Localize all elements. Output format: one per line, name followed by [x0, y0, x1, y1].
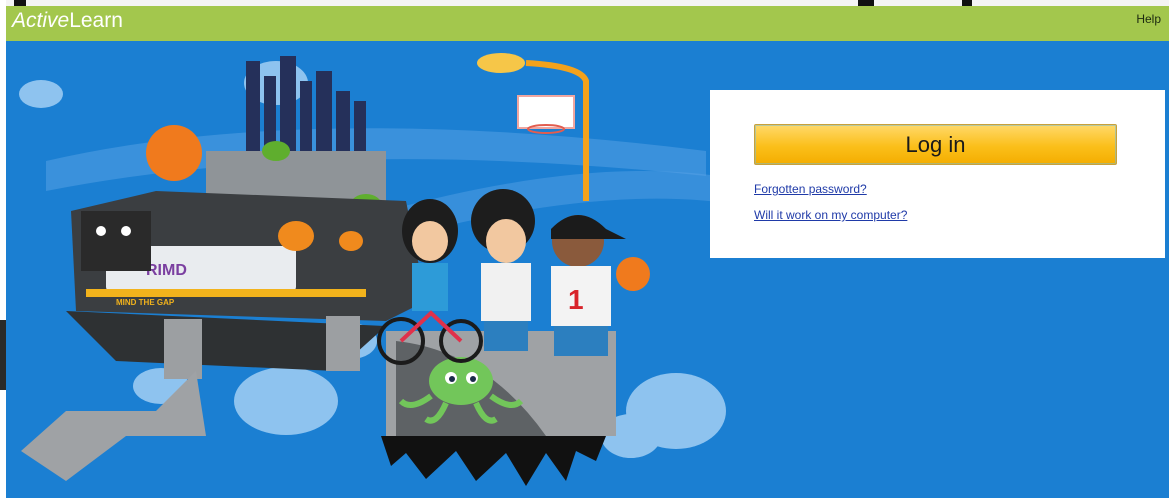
forgotten-password-link[interactable]: Forgotten password?: [754, 182, 867, 196]
app-header: ActiveLearn Help: [6, 6, 1169, 41]
compatibility-link[interactable]: Will it work on my computer?: [754, 208, 907, 222]
train-graffiti: RIMD: [146, 262, 187, 279]
jersey-number: 1: [568, 284, 584, 315]
sun-icon: [146, 125, 202, 181]
lamp-icon: [477, 53, 525, 73]
activelearn-logo[interactable]: ActiveLearn: [12, 8, 123, 34]
monster-icon: [81, 211, 151, 271]
main-scene: RIMD MIND THE GAP 1 Log in Forgotten pas…: [6, 41, 1169, 498]
login-panel: Log in Forgotten password? Will it work …: [710, 90, 1165, 258]
city-illustration: RIMD MIND THE GAP 1: [19, 53, 746, 486]
help-link[interactable]: Help: [1136, 12, 1161, 26]
character-basketball-kid-icon: 1: [551, 215, 650, 356]
character-boy-icon: [471, 189, 535, 351]
orange-monster-icon: [278, 221, 314, 251]
logo-rest: Learn: [69, 9, 123, 32]
pillar: [164, 319, 202, 379]
logo-italic: Active: [12, 9, 70, 32]
pillar: [326, 316, 360, 371]
basketball-hoop-icon: [517, 95, 575, 129]
basketball-icon: [616, 257, 650, 291]
hazard-stripe: [86, 289, 366, 297]
login-button[interactable]: Log in: [754, 124, 1117, 165]
paint-drip: [381, 436, 606, 486]
mind-the-gap-sign: MIND THE GAP: [116, 298, 175, 307]
